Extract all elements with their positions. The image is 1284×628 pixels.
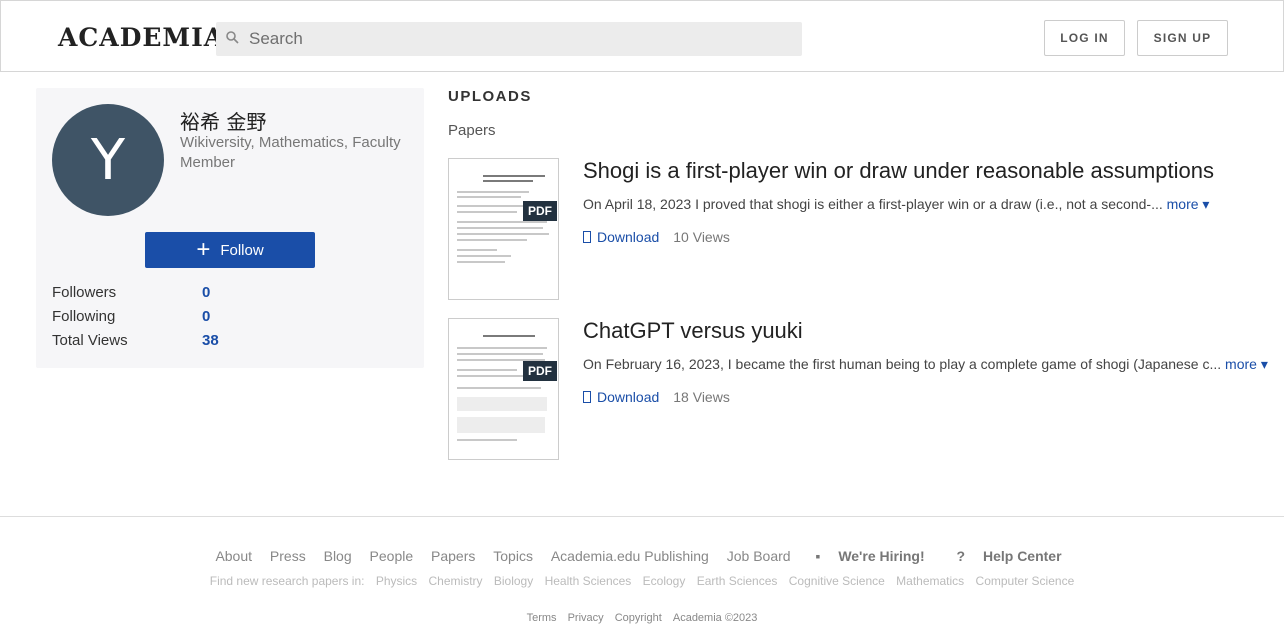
stat-value[interactable]: 0 <box>202 284 210 301</box>
briefcase-icon: ▪ <box>815 548 825 564</box>
affiliation-link[interactable]: Wikiversity <box>180 134 251 151</box>
signup-button[interactable]: SIGN UP <box>1137 20 1228 56</box>
footer-link-hiring[interactable]: ▪ We're Hiring! <box>808 548 931 564</box>
footer-links: About Press Blog People Papers Topics Ac… <box>0 548 1284 564</box>
footer-link-people[interactable]: People <box>370 548 414 564</box>
view-count: 18 Views <box>673 389 730 405</box>
topic-link[interactable]: Physics <box>376 574 417 588</box>
avatar: Y <box>52 104 164 216</box>
search-bar[interactable] <box>216 22 802 56</box>
stat-row-followers: Followers 0 <box>52 284 412 308</box>
download-icon <box>583 391 591 403</box>
affiliation-link[interactable]: Mathematics <box>259 134 344 151</box>
help-icon: ? <box>956 548 969 564</box>
footer-link-about[interactable]: About <box>215 548 252 564</box>
footer-divider <box>0 516 1284 517</box>
footer-legal: Terms Privacy Copyright Academia ©2023 <box>0 612 1284 624</box>
paper-item: PDF Shogi is a first-player win or draw … <box>448 158 1248 300</box>
topic-link[interactable]: Earth Sciences <box>697 574 778 588</box>
stat-value[interactable]: 38 <box>202 332 219 349</box>
academia-logo[interactable]: ACADEMIA <box>58 23 224 52</box>
paper-thumbnail[interactable]: PDF <box>448 158 559 300</box>
profile-stats: Followers 0 Following 0 Total Views 38 <box>52 284 412 356</box>
legal-link-privacy[interactable]: Privacy <box>568 612 604 624</box>
stat-label: Following <box>52 308 116 325</box>
chevron-down-icon: ▾ <box>1256 356 1268 372</box>
footer-link-press[interactable]: Press <box>270 548 306 564</box>
topic-link[interactable]: Computer Science <box>976 574 1075 588</box>
paper-actions: Download 10 Views <box>583 229 730 245</box>
topics-intro: Find new research papers in: <box>209 574 365 588</box>
legal-link-terms[interactable]: Terms <box>527 612 557 624</box>
search-input[interactable] <box>249 22 789 56</box>
profile-card: Y 裕希 金野 Wikiversity, Mathematics, Facult… <box>36 88 424 368</box>
plus-icon: + <box>196 236 211 263</box>
topic-link[interactable]: Mathematics <box>896 574 964 588</box>
pdf-badge: PDF <box>523 361 557 381</box>
stat-value[interactable]: 0 <box>202 308 210 325</box>
topic-link[interactable]: Ecology <box>643 574 686 588</box>
footer-topics: Find new research papers in: Physics Che… <box>0 574 1284 588</box>
paper-abstract: On February 16, 2023, I became the first… <box>583 356 1268 373</box>
download-link[interactable]: Download <box>597 389 659 405</box>
abstract-text: On February 16, 2023, I became the first… <box>583 356 1222 372</box>
login-button[interactable]: LOG IN <box>1044 20 1125 56</box>
footer-link-job-board[interactable]: Job Board <box>727 548 791 564</box>
abstract-text: On April 18, 2023 I proved that shogi is… <box>583 196 1163 212</box>
download-link[interactable]: Download <box>597 229 659 245</box>
footer-link-help-center[interactable]: ? Help Center <box>950 548 1069 564</box>
stat-label: Followers <box>52 284 117 301</box>
more-link[interactable]: more <box>1225 356 1257 372</box>
paper-item: PDF ChatGPT versus yuuki On February 16,… <box>448 318 1268 460</box>
topic-link[interactable]: Biology <box>494 574 533 588</box>
footer-link-publishing[interactable]: Academia.edu Publishing <box>551 548 709 564</box>
copyright-text: Academia ©2023 <box>672 612 758 624</box>
download-icon <box>583 231 591 243</box>
topic-link[interactable]: Chemistry <box>429 574 483 588</box>
stat-label: Total Views <box>52 332 128 349</box>
topic-link[interactable]: Health Sciences <box>545 574 632 588</box>
pdf-badge: PDF <box>523 201 557 221</box>
papers-section-label: Papers <box>448 122 496 139</box>
view-count: 10 Views <box>673 229 730 245</box>
paper-actions: Download 18 Views <box>583 389 730 405</box>
paper-title-link[interactable]: ChatGPT versus yuuki <box>583 318 803 344</box>
follow-button[interactable]: + Follow <box>145 232 315 268</box>
more-link[interactable]: more <box>1167 196 1199 212</box>
top-header: ACADEMIA LOG IN SIGN UP <box>0 0 1284 72</box>
footer-link-topics[interactable]: Topics <box>493 548 533 564</box>
footer-link-blog[interactable]: Blog <box>324 548 352 564</box>
footer-link-papers[interactable]: Papers <box>431 548 475 564</box>
follow-label: Follow <box>220 241 264 259</box>
paper-abstract: On April 18, 2023 I proved that shogi is… <box>583 196 1209 213</box>
stat-row-total-views: Total Views 38 <box>52 332 412 356</box>
paper-title-link[interactable]: Shogi is a first-player win or draw unde… <box>583 158 1214 184</box>
profile-affiliations: Wikiversity, Mathematics, Faculty Member <box>180 134 401 171</box>
search-icon <box>226 31 239 44</box>
legal-link-copyright[interactable]: Copyright <box>615 612 662 624</box>
profile-name: 裕希 金野 <box>180 110 267 134</box>
topic-link[interactable]: Cognitive Science <box>789 574 885 588</box>
chevron-down-icon: ▾ <box>1198 196 1210 212</box>
uploads-heading: UPLOADS <box>448 88 532 105</box>
paper-thumbnail[interactable]: PDF <box>448 318 559 460</box>
stat-row-following: Following 0 <box>52 308 412 332</box>
